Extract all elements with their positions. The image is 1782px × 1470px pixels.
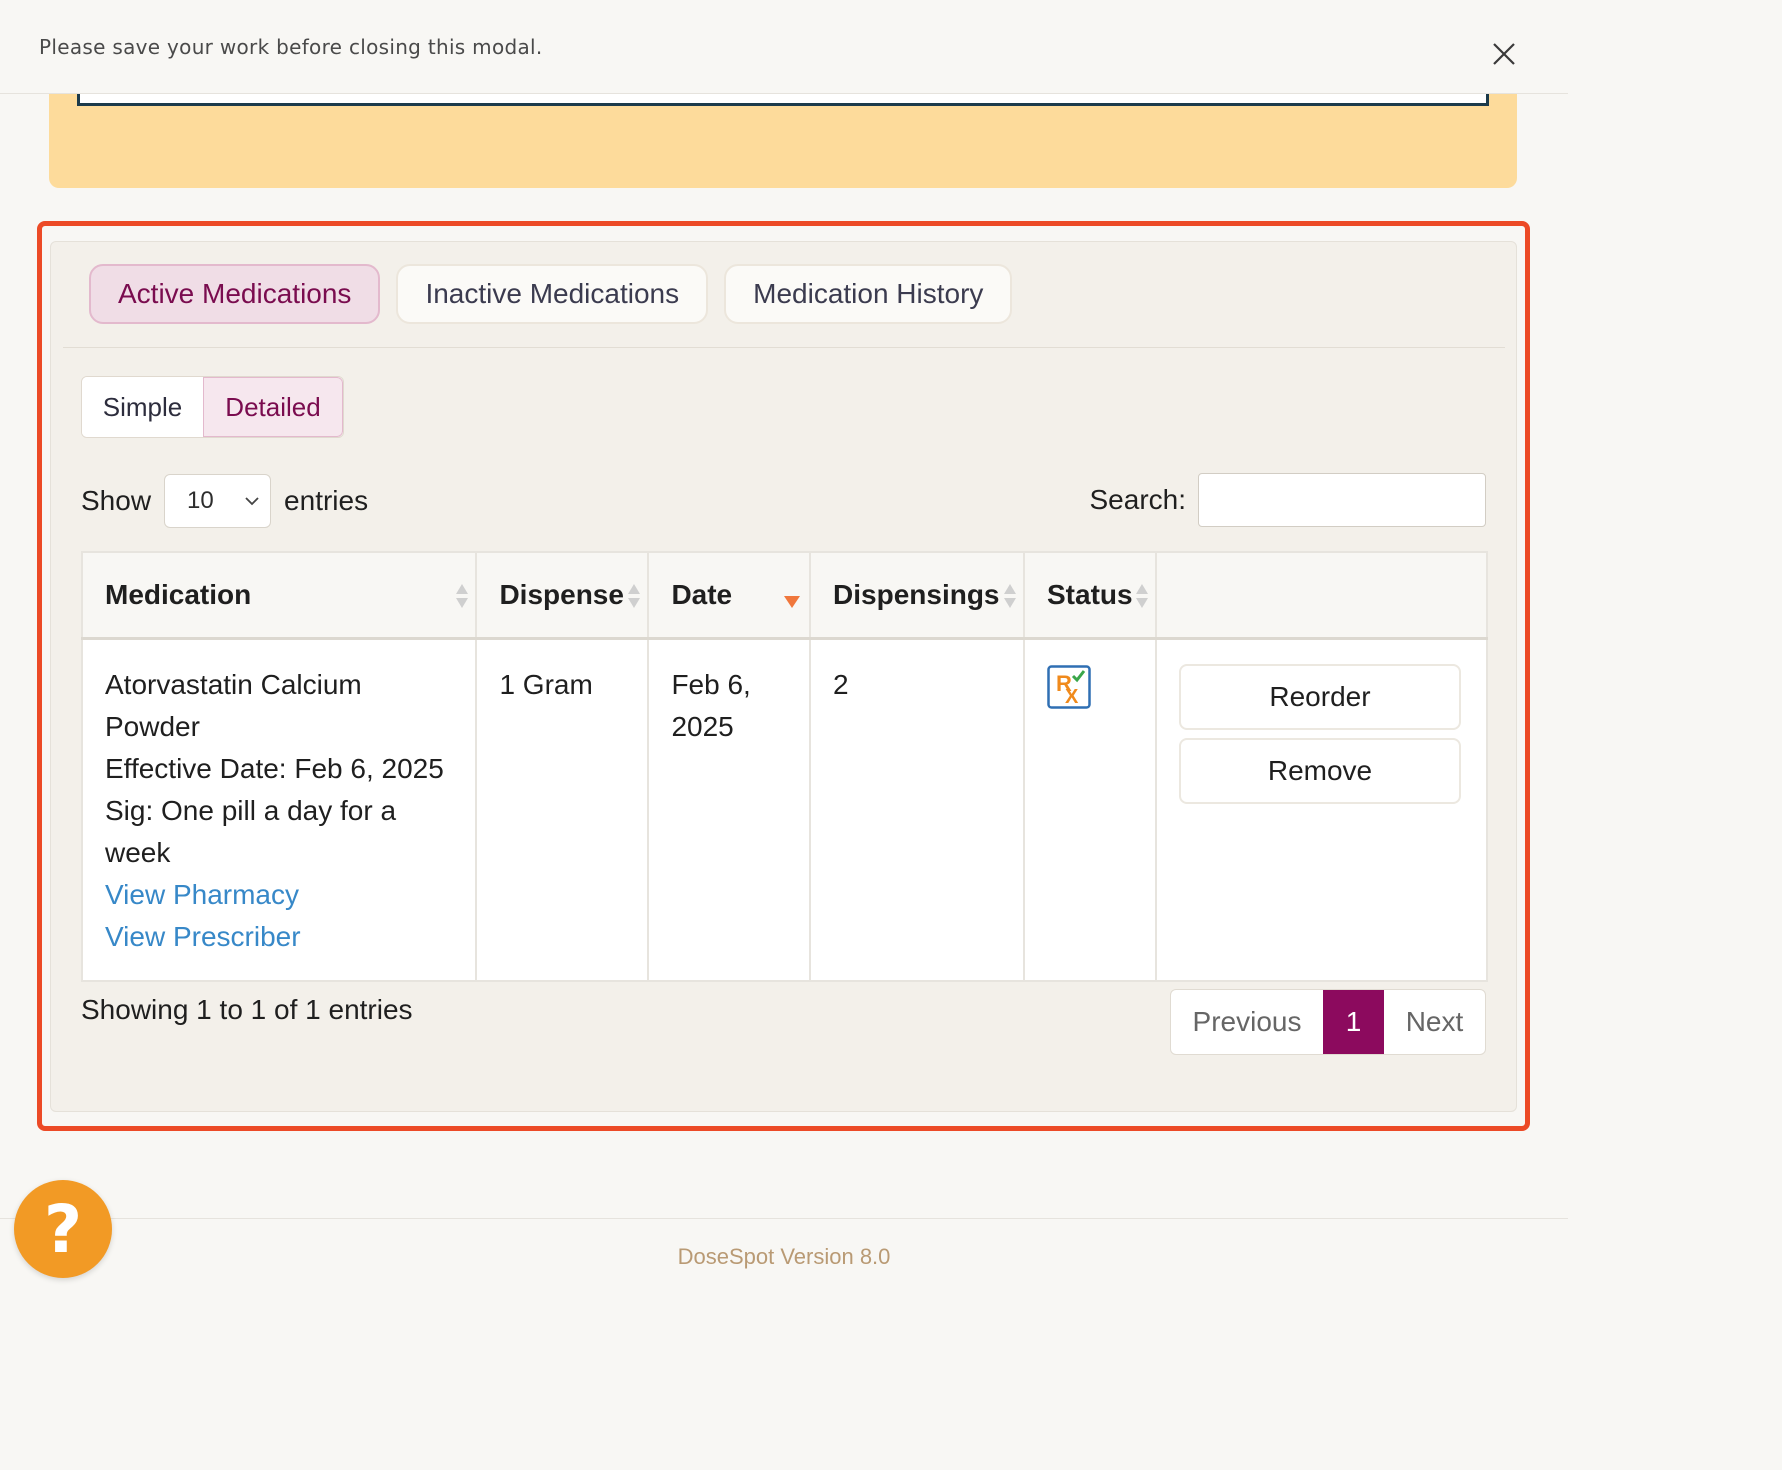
textarea-bottom-edge [77, 94, 1489, 106]
view-prescriber-link[interactable]: View Prescriber [105, 916, 453, 958]
column-header-actions [1154, 551, 1489, 640]
entries-select-value: 10 [187, 487, 214, 514]
chevron-down-icon [245, 497, 259, 506]
previous-page-button[interactable]: Previous [1171, 990, 1323, 1054]
help-button[interactable]: ? [14, 1180, 112, 1278]
entries-select[interactable]: 10 [164, 474, 272, 528]
medication-tabs: Active Medications Inactive Medications … [89, 264, 1013, 324]
reorder-button[interactable]: Reorder [1178, 663, 1461, 730]
remove-button[interactable]: Remove [1178, 737, 1461, 804]
search-label: Search: [1089, 484, 1187, 515]
dispensings-cell: 2 [809, 637, 1025, 982]
tabs-divider [63, 347, 1505, 348]
medications-card: Active Medications Inactive Medications … [50, 241, 1517, 1112]
entries-length-control: Show 10 entries [81, 474, 368, 528]
page: Please save your work before closing thi… [0, 0, 1568, 1293]
help-icon: ? [43, 1190, 83, 1268]
footer-divider [0, 1218, 1568, 1219]
actions-spacer [1179, 812, 1464, 952]
table-row: Atorvastatin Calcium Powder Effective Da… [80, 637, 1489, 982]
next-page-button[interactable]: Next [1384, 990, 1485, 1054]
show-label: Show [81, 485, 152, 516]
tab-medication-history[interactable]: Medication History [724, 264, 1013, 324]
sort-icon [628, 584, 641, 608]
search-input[interactable] [1198, 473, 1486, 527]
detailed-view-button[interactable]: Detailed [203, 377, 343, 437]
tab-inactive-medications[interactable]: Inactive Medications [396, 264, 709, 324]
warning-panel [49, 94, 1517, 188]
view-pharmacy-link[interactable]: View Pharmacy [105, 874, 453, 916]
search-control: Search: [1089, 473, 1486, 527]
medications-table: Medication Dispense Date Dispensings Sta… [80, 551, 1489, 982]
notice-text: Please save your work before closing thi… [39, 34, 543, 59]
dispense-cell: 1 Gram [475, 637, 650, 982]
sig-text-continued: week [105, 836, 171, 868]
medication-cell: Atorvastatin Calcium Powder Effective Da… [80, 637, 478, 982]
sort-icon [1135, 584, 1148, 608]
date-text: Feb 6, [671, 668, 751, 700]
column-header-dispense[interactable]: Dispense [475, 551, 650, 640]
column-header-date[interactable]: Date [647, 551, 812, 640]
simple-view-button[interactable]: Simple [82, 377, 203, 437]
rx-icon: R X [1047, 664, 1091, 709]
table-header-row: Medication Dispense Date Dispensings Sta… [80, 551, 1489, 640]
medication-form: Powder [105, 710, 200, 742]
version-text: DoseSpot Version 8.0 [677, 1244, 891, 1269]
close-icon[interactable] [1490, 40, 1518, 68]
actions-cell: Reorder Remove [1154, 637, 1489, 982]
modal-notice-bar: Please save your work before closing thi… [0, 0, 1568, 94]
table-info: Showing 1 to 1 of 1 entries [81, 994, 413, 1025]
svg-text:X: X [1065, 686, 1079, 708]
sort-icon [456, 584, 469, 608]
sort-descending-icon [784, 596, 801, 608]
date-cell: Feb 6, 2025 [647, 637, 812, 982]
tab-active-medications[interactable]: Active Medications [89, 264, 381, 324]
status-cell: R X [1023, 637, 1157, 982]
effective-date: Effective Date: Feb 6, 2025 [105, 752, 444, 784]
view-toggle: Simple Detailed [81, 376, 344, 438]
sig-text: Sig: One pill a day for a [105, 794, 397, 826]
sort-icon [1004, 584, 1016, 608]
medication-name: Atorvastatin Calcium [105, 668, 362, 700]
pagination: Previous 1 Next [1170, 989, 1486, 1055]
column-header-dispensings[interactable]: Dispensings [809, 551, 1025, 640]
entries-label: entries [284, 485, 369, 516]
date-year: 2025 [671, 710, 734, 742]
column-header-status[interactable]: Status [1023, 551, 1157, 640]
column-header-medication[interactable]: Medication [80, 551, 478, 640]
page-1-button[interactable]: 1 [1323, 990, 1384, 1054]
